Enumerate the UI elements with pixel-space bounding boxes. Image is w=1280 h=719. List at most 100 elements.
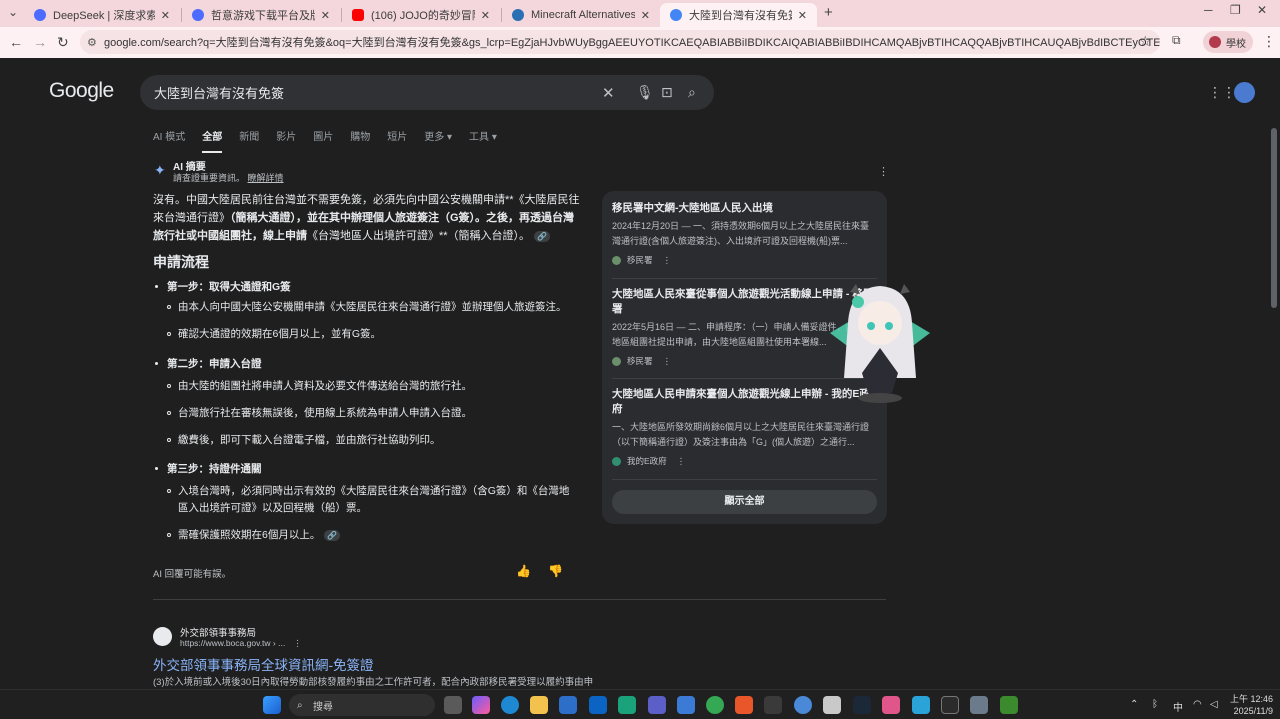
deepseek-icon bbox=[192, 9, 204, 21]
menu-icon[interactable]: ⋮ bbox=[1262, 33, 1276, 50]
tab-ai-mode[interactable]: AI 模式 bbox=[153, 128, 185, 153]
tab-more[interactable]: 更多 ▾ bbox=[424, 128, 452, 153]
extensions-icon[interactable]: ⧉ bbox=[1172, 33, 1181, 48]
ai-overview-subtitle: 請查證重要資訊。 瞭解詳情 bbox=[173, 171, 284, 184]
terminal-icon[interactable] bbox=[941, 696, 959, 714]
app-icon[interactable] bbox=[677, 696, 695, 714]
clear-icon[interactable]: ✕ bbox=[602, 84, 615, 102]
source-card[interactable]: 移民署中文網-大陸地區人民入出境 2024年12月20日 — 一、須持憑效期6個… bbox=[612, 201, 877, 266]
tab-google-search[interactable]: 大陸到台灣有沒有免簽 - Googl ✕ bbox=[660, 3, 817, 27]
thumbs-up-icon[interactable]: 👍 bbox=[516, 564, 531, 578]
back-icon[interactable]: ← bbox=[9, 34, 23, 50]
google-logo[interactable]: Google bbox=[49, 79, 114, 103]
app-icon[interactable] bbox=[794, 696, 812, 714]
close-icon[interactable]: ✕ bbox=[321, 9, 330, 22]
close-icon[interactable]: ✕ bbox=[798, 9, 807, 22]
task-view-icon[interactable] bbox=[444, 696, 462, 714]
apps-grid-icon[interactable]: ⋮⋮ bbox=[1208, 84, 1236, 101]
result-title[interactable]: 外交部領事事務局全球資訊網-免簽證 bbox=[153, 654, 374, 674]
store-icon[interactable] bbox=[559, 696, 577, 714]
taskbar-search[interactable]: ⌕ 搜尋 bbox=[289, 694, 435, 716]
volume-icon[interactable]: ◁ bbox=[1210, 699, 1218, 710]
edge-icon[interactable] bbox=[501, 696, 519, 714]
copilot-icon[interactable] bbox=[472, 696, 490, 714]
tab-shorts[interactable]: 短片 bbox=[387, 128, 407, 153]
app-icon[interactable] bbox=[618, 696, 636, 714]
app-icon[interactable] bbox=[764, 696, 782, 714]
windows-start-icon[interactable] bbox=[263, 696, 281, 714]
tab-all[interactable]: 全部 bbox=[202, 128, 223, 153]
search-icon[interactable]: ⌕ bbox=[688, 84, 696, 101]
app-icon[interactable] bbox=[912, 696, 930, 714]
site-info-icon[interactable]: ⚙ bbox=[87, 36, 97, 49]
result-url[interactable]: https://www.boca.gov.tw › ... ⋮ bbox=[180, 638, 302, 649]
wifi-icon[interactable]: ◠ bbox=[1193, 699, 1202, 710]
tab-title: 哲意游戏下载平台及版本推荐 - bbox=[211, 10, 315, 22]
file-explorer-icon[interactable] bbox=[530, 696, 548, 714]
tab-videos[interactable]: 影片 bbox=[276, 128, 296, 153]
source-title[interactable]: 移民署中文網-大陸地區人民入出境 bbox=[612, 201, 877, 216]
minecraft-icon[interactable] bbox=[1000, 696, 1018, 714]
ime-indicator[interactable]: 中 bbox=[1173, 699, 1183, 714]
tab-tools[interactable]: 工具 ▾ bbox=[469, 128, 497, 153]
address-bar[interactable]: ⚙ google.com/search?q=大陸到台灣有沒有免簽&oq=大陸到台… bbox=[80, 30, 1160, 54]
result-snippet: (3)於入境前或入境後30日內取得勞動部核發履約事由之工作許可者，配合內政部移民… bbox=[153, 677, 594, 688]
more-icon[interactable]: ⋮ bbox=[677, 456, 686, 467]
close-window-icon[interactable]: ✕ bbox=[1257, 3, 1267, 17]
tab-search-icon[interactable]: ⌄ bbox=[8, 5, 18, 19]
outlook-icon[interactable] bbox=[589, 696, 607, 714]
new-tab-button[interactable]: + bbox=[824, 4, 833, 21]
bookmark-star-icon[interactable]: ☆ bbox=[1139, 33, 1152, 50]
tab-deepseek[interactable]: DeepSeek | 深度求索 ✕ bbox=[24, 3, 180, 27]
account-avatar[interactable] bbox=[1234, 82, 1255, 103]
close-icon[interactable]: ✕ bbox=[641, 9, 650, 22]
system-clock[interactable]: 上午 12:46 2025/11/9 bbox=[1230, 693, 1273, 717]
learn-more-link[interactable]: 瞭解詳情 bbox=[248, 173, 284, 183]
link-icon[interactable]: 🔗 bbox=[324, 529, 341, 541]
bullet bbox=[155, 467, 158, 470]
maximize-icon[interactable]: ❐ bbox=[1230, 3, 1241, 17]
tab-images[interactable]: 圖片 bbox=[313, 128, 333, 153]
search-input[interactable]: 大陸到台灣有沒有免簽 bbox=[154, 83, 284, 102]
search-box[interactable]: 大陸到台灣有沒有免簽 ✕ 🎙 ⊡ ⌕ bbox=[140, 75, 714, 110]
site-icon bbox=[612, 456, 621, 466]
step-item: 需確保護照效期在6個月以上。 🔗 bbox=[178, 527, 578, 544]
app-icon[interactable] bbox=[882, 696, 900, 714]
step-item: 繳費後，即可下載入台證電子檔，並由旅行社協助列印。 bbox=[178, 434, 441, 446]
steam-icon[interactable] bbox=[853, 696, 871, 714]
thumbs-down-icon[interactable]: 👎 bbox=[548, 564, 563, 578]
more-icon[interactable]: ⋮ bbox=[663, 356, 672, 367]
chevron-up-icon[interactable]: ⌃ bbox=[1130, 699, 1138, 710]
minimize-icon[interactable]: ─ bbox=[1204, 3, 1213, 17]
tab-news[interactable]: 新聞 bbox=[239, 128, 259, 153]
browser-tab-strip: ⌄ DeepSeek | 深度求索 ✕ 哲意游戏下载平台及版本推荐 - ✕ (1… bbox=[0, 0, 1280, 27]
close-icon[interactable]: ✕ bbox=[161, 9, 170, 22]
sub-bullet bbox=[167, 411, 171, 415]
sub-bullet bbox=[167, 305, 171, 309]
chrome-icon[interactable] bbox=[706, 696, 724, 714]
tab-minecraft[interactable]: Minecraft Alternatives | TechS ✕ bbox=[502, 3, 660, 27]
lens-icon[interactable]: ⊡ bbox=[661, 84, 673, 101]
microphone-icon[interactable]: 🎙 bbox=[636, 84, 654, 101]
step-item: 由本人向中國大陸公安機關申請《大陸居民往來台灣通行證》並辦理個人旅遊簽注。 bbox=[178, 301, 567, 313]
teams-icon[interactable] bbox=[648, 696, 666, 714]
scrollbar-thumb[interactable] bbox=[1271, 128, 1277, 308]
forward-icon[interactable]: → bbox=[33, 34, 47, 50]
more-icon[interactable]: ⋮ bbox=[663, 255, 672, 266]
settings-icon[interactable] bbox=[970, 696, 988, 714]
app-icon[interactable] bbox=[823, 696, 841, 714]
more-icon[interactable]: ⋮ bbox=[293, 638, 302, 648]
reload-icon[interactable]: ↻ bbox=[57, 34, 69, 51]
close-icon[interactable]: ✕ bbox=[481, 9, 490, 22]
app-icon[interactable] bbox=[735, 696, 753, 714]
link-icon[interactable]: 🔗 bbox=[534, 230, 551, 242]
show-all-button[interactable]: 顯示全部 bbox=[612, 490, 877, 514]
result-site-name[interactable]: 外交部領事事務局 bbox=[180, 625, 256, 639]
tab-youtube[interactable]: (106) JOJO的奇妙冒險 第一季 ✕ bbox=[342, 3, 500, 27]
tab-shopping[interactable]: 購物 bbox=[350, 128, 370, 153]
desktop-mascot[interactable] bbox=[820, 278, 940, 408]
more-options-icon[interactable]: ⋮ bbox=[878, 165, 889, 178]
bluetooth-icon[interactable]: ᛒ bbox=[1152, 699, 1158, 710]
profile-button[interactable]: 學校 bbox=[1203, 31, 1253, 53]
tab-game-platform[interactable]: 哲意游戏下载平台及版本推荐 - ✕ bbox=[182, 3, 340, 27]
